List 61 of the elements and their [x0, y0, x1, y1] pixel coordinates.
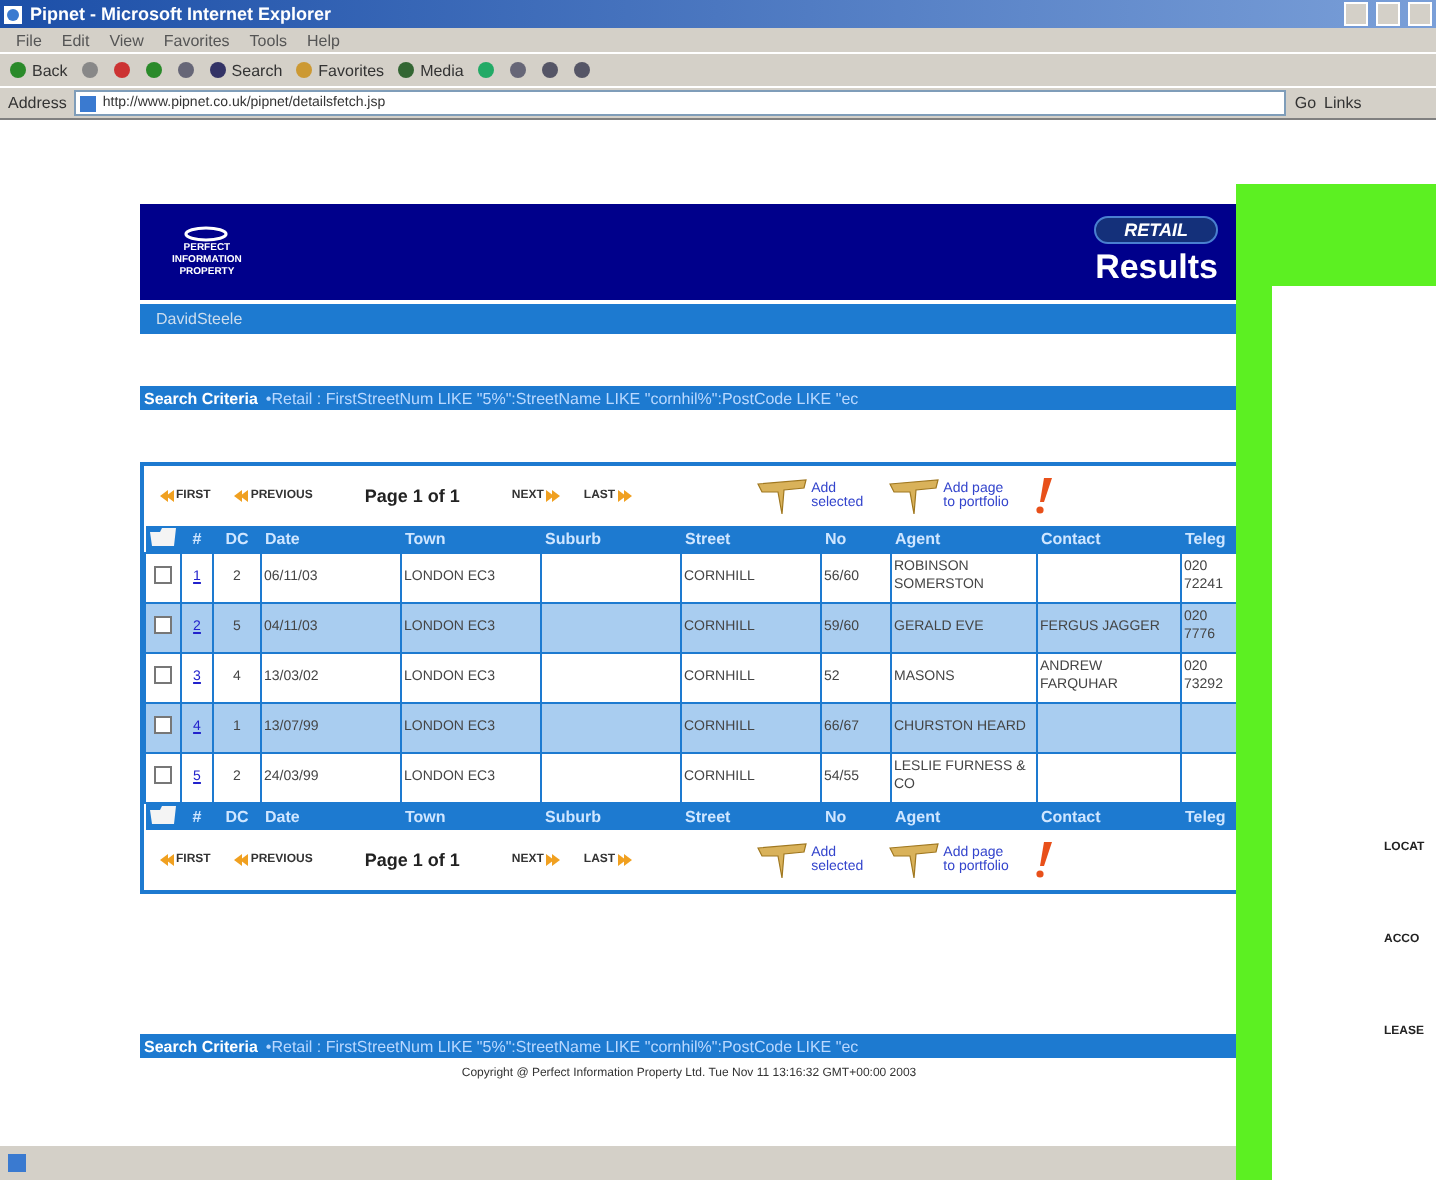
row-checkbox[interactable]: [154, 665, 172, 684]
desk-icon: [755, 476, 808, 516]
links-button[interactable]: Links: [1324, 94, 1362, 112]
menu-item[interactable]: File: [16, 31, 42, 49]
page-indicator: Page 1 of 1: [364, 850, 460, 870]
right-arrow-icon: [617, 490, 632, 502]
column-header: Contact: [1037, 803, 1181, 830]
desk-icon: [887, 476, 940, 516]
page-icon: [8, 1154, 26, 1172]
left-arrow-icon: [234, 490, 249, 502]
exclamation-icon: [1032, 478, 1057, 514]
browser-icon: [4, 5, 22, 23]
column-header: No: [821, 526, 891, 553]
menu-item[interactable]: Edit: [61, 31, 90, 49]
criteria-label: Search Criteria: [144, 1037, 258, 1055]
folder-icon: [149, 528, 175, 546]
row-checkbox[interactable]: [154, 765, 172, 784]
column-header: Agent: [891, 526, 1037, 553]
column-header: Agent: [891, 803, 1037, 830]
right-arrow-icon: [545, 854, 560, 866]
menu-item[interactable]: View: [109, 31, 144, 49]
menu-item[interactable]: Favorites: [163, 31, 230, 49]
column-header: Date: [261, 803, 401, 830]
user-name: DavidSteele: [156, 310, 243, 328]
column-header: Town: [401, 526, 541, 553]
column-header: No: [821, 803, 891, 830]
column-header: Suburb: [541, 526, 681, 553]
go-button[interactable]: Go: [1294, 94, 1317, 112]
column-header: Street: [681, 526, 821, 553]
criteria-text: •Retail : FirstStreetNum LIKE "5%":StreetName LIKE "cornhil%":PostCode LIKE "ec: [265, 1037, 859, 1055]
column-header: Street: [681, 803, 821, 830]
logo-icon: [184, 226, 229, 242]
criteria-text: •Retail : FirstStreetNum LIKE "5%":StreetName LIKE "cornhil%":PostCode LIKE "ec: [265, 389, 859, 407]
favorites-button[interactable]: Favorites: [294, 60, 385, 80]
menu-item[interactable]: Help: [306, 31, 340, 49]
section-badge: RETAIL: [1094, 216, 1218, 244]
row-checkbox[interactable]: [154, 715, 172, 734]
column-header: Suburb: [541, 803, 681, 830]
left-arrow-icon: [160, 490, 174, 502]
exclamation-icon: [1032, 842, 1057, 878]
row-checkbox[interactable]: [154, 565, 172, 584]
criteria-label: Search Criteria: [144, 389, 258, 407]
column-header: Town: [401, 803, 541, 830]
right-arrow-icon: [617, 854, 632, 866]
desk-icon: [887, 840, 940, 880]
left-arrow-icon: [160, 854, 174, 866]
address-label: Address: [8, 94, 67, 112]
column-header: Contact: [1037, 526, 1181, 553]
left-arrow-icon: [234, 854, 249, 866]
back-button[interactable]: Back: [8, 60, 68, 80]
column-header: Date: [261, 526, 401, 553]
menu-item[interactable]: Tools: [249, 31, 287, 49]
search-button[interactable]: Search: [207, 60, 283, 80]
media-button[interactable]: Media: [396, 60, 464, 80]
row-checkbox[interactable]: [154, 615, 172, 634]
page-icon: [80, 95, 97, 111]
right-arrow-icon: [545, 490, 560, 502]
page-indicator: Page 1 of 1: [364, 486, 460, 506]
window-title: Pipnet - Microsoft Internet Explorer: [30, 4, 334, 24]
page-heading: Results: [1095, 248, 1218, 288]
desk-icon: [755, 840, 808, 880]
